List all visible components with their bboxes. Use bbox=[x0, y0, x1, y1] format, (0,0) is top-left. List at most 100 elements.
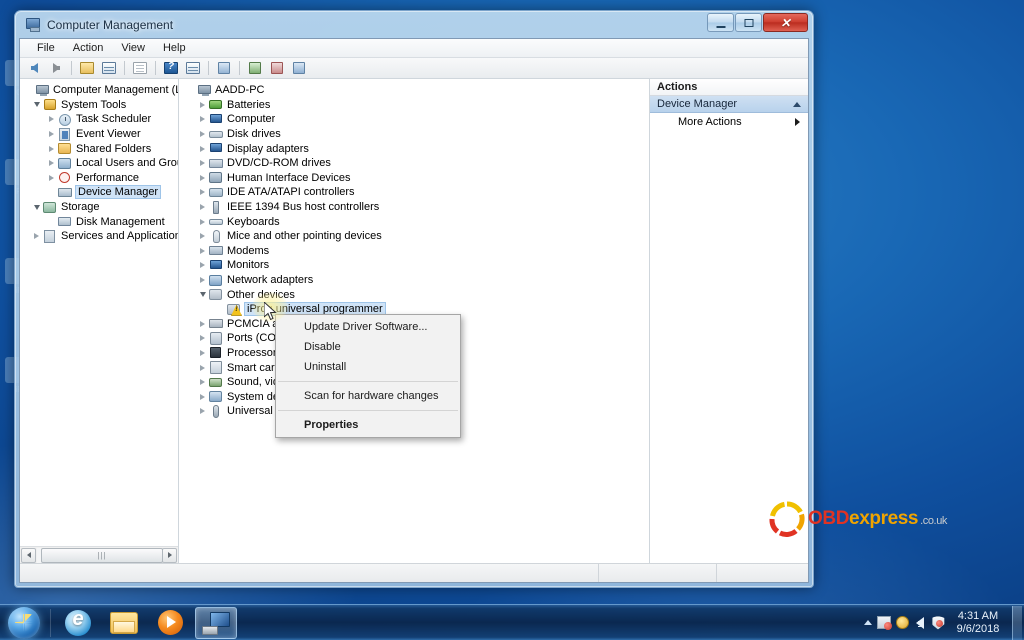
device-node-mice-and-other-pointing-devices[interactable]: Mice and other pointing devices bbox=[179, 229, 649, 244]
expander[interactable] bbox=[197, 129, 208, 140]
expander[interactable] bbox=[197, 158, 208, 169]
tree-node-storage[interactable]: Storage bbox=[20, 200, 178, 215]
expander[interactable] bbox=[197, 99, 208, 110]
expander[interactable] bbox=[197, 347, 208, 358]
scroll-track[interactable]: ||| bbox=[37, 547, 163, 563]
scroll-left-button[interactable] bbox=[21, 547, 36, 563]
device-node-human-interface-devices[interactable]: Human Interface Devices bbox=[179, 171, 649, 186]
device-node-disk-drives[interactable]: Disk drives bbox=[179, 127, 649, 142]
device-node-root[interactable]: AADD-PC bbox=[179, 83, 649, 98]
context-item-properties[interactable]: Properties bbox=[276, 415, 460, 435]
expander[interactable] bbox=[197, 318, 208, 329]
tree-node-system-tools[interactable]: System Tools bbox=[20, 98, 178, 113]
expander[interactable] bbox=[197, 187, 208, 198]
context-item-scan-for-hardware-changes[interactable]: Scan for hardware changes bbox=[276, 386, 460, 406]
context-item-uninstall[interactable]: Uninstall bbox=[276, 357, 460, 377]
device-node-batteries[interactable]: Batteries bbox=[179, 98, 649, 113]
expander[interactable] bbox=[197, 231, 208, 242]
tree-node-root[interactable]: Computer Management (Local bbox=[20, 83, 178, 98]
expander[interactable] bbox=[197, 406, 208, 417]
expander[interactable] bbox=[197, 245, 208, 256]
show-hidden-icons-button[interactable] bbox=[861, 608, 875, 638]
start-button[interactable] bbox=[2, 606, 46, 640]
device-context-menu[interactable]: Update Driver Software... Disable Uninst… bbox=[275, 314, 461, 438]
horizontal-scrollbar[interactable]: ||| bbox=[20, 546, 178, 563]
expander[interactable] bbox=[197, 391, 208, 402]
device-node-computer[interactable]: Computer bbox=[179, 112, 649, 127]
context-item-disable[interactable]: Disable bbox=[276, 337, 460, 357]
expander[interactable] bbox=[31, 99, 42, 110]
chevron-up-icon[interactable] bbox=[793, 101, 801, 107]
expander[interactable] bbox=[197, 377, 208, 388]
close-button[interactable]: ✕ bbox=[763, 13, 808, 32]
action-more-actions[interactable]: More Actions bbox=[650, 113, 808, 131]
forward-arrow-icon[interactable] bbox=[46, 59, 66, 77]
taskbar-item-windows-explorer[interactable] bbox=[103, 607, 145, 639]
expander[interactable] bbox=[197, 172, 208, 183]
expander[interactable] bbox=[197, 114, 208, 125]
expander[interactable] bbox=[197, 333, 208, 344]
expander[interactable] bbox=[197, 260, 208, 271]
device-node-ide-ata-atapi-controllers[interactable]: IDE ATA/ATAPI controllers bbox=[179, 185, 649, 200]
expander[interactable] bbox=[197, 289, 208, 300]
expander[interactable] bbox=[46, 114, 57, 125]
expander[interactable] bbox=[31, 231, 42, 242]
expander[interactable] bbox=[46, 172, 57, 183]
tree-node-disk-management[interactable]: Disk Management bbox=[20, 214, 178, 229]
expander[interactable] bbox=[46, 143, 57, 154]
volume-icon[interactable] bbox=[911, 608, 929, 638]
device-node-keyboards[interactable]: Keyboards bbox=[179, 214, 649, 229]
device-node-modems[interactable]: Modems bbox=[179, 244, 649, 259]
expander[interactable] bbox=[46, 129, 57, 140]
expander[interactable] bbox=[23, 85, 34, 96]
network-icon[interactable] bbox=[893, 608, 911, 638]
up-folder-icon[interactable] bbox=[77, 59, 97, 77]
scan-hardware-icon[interactable] bbox=[214, 59, 234, 77]
show-desktop-button[interactable] bbox=[1012, 605, 1022, 640]
minimize-button[interactable] bbox=[707, 13, 734, 32]
add-legacy-hardware-icon[interactable] bbox=[289, 59, 309, 77]
tree-node-task-scheduler[interactable]: Task Scheduler bbox=[20, 112, 178, 127]
menu-file[interactable]: File bbox=[28, 40, 64, 56]
device-node-ieee-1394-bus-host-controllers[interactable]: IEEE 1394 Bus host controllers bbox=[179, 200, 649, 215]
expander[interactable] bbox=[31, 202, 42, 213]
show-hide-action-pane-icon[interactable] bbox=[183, 59, 203, 77]
device-node-monitors[interactable]: Monitors bbox=[179, 258, 649, 273]
action-center-flag-icon[interactable] bbox=[875, 608, 893, 638]
expander[interactable] bbox=[197, 362, 208, 373]
tree-node-device-manager[interactable]: Device Manager bbox=[20, 185, 178, 200]
tree-node-event-viewer[interactable]: Event Viewer bbox=[20, 127, 178, 142]
show-hide-console-tree-icon[interactable] bbox=[99, 59, 119, 77]
scroll-thumb[interactable]: ||| bbox=[41, 547, 163, 563]
device-node-other-devices[interactable]: Other devices bbox=[179, 287, 649, 302]
help-icon[interactable] bbox=[161, 59, 181, 77]
properties-icon[interactable] bbox=[130, 59, 150, 77]
uninstall-device-icon[interactable] bbox=[267, 59, 287, 77]
actions-group-device-manager[interactable]: Device Manager bbox=[650, 96, 808, 113]
security-shield-icon[interactable] bbox=[929, 608, 947, 638]
tree-node-performance[interactable]: Performance bbox=[20, 171, 178, 186]
expander[interactable] bbox=[197, 143, 208, 154]
tree-node-services-and-applications[interactable]: Services and Applications bbox=[20, 229, 178, 244]
device-node-dvd-cd-rom-drives[interactable]: DVD/CD-ROM drives bbox=[179, 156, 649, 171]
expander[interactable] bbox=[197, 202, 208, 213]
device-node-network-adapters[interactable]: Network adapters bbox=[179, 273, 649, 288]
back-arrow-icon[interactable] bbox=[24, 59, 44, 77]
tree-node-shared-folders[interactable]: Shared Folders bbox=[20, 141, 178, 156]
menu-view[interactable]: View bbox=[112, 40, 154, 56]
maximize-button[interactable] bbox=[735, 13, 762, 32]
scroll-right-button[interactable] bbox=[162, 547, 177, 563]
expander[interactable] bbox=[197, 216, 208, 227]
device-node-display-adapters[interactable]: Display adapters bbox=[179, 141, 649, 156]
expander[interactable] bbox=[46, 158, 57, 169]
tree-node-local-users-and-groups[interactable]: Local Users and Groups bbox=[20, 156, 178, 171]
update-driver-icon[interactable] bbox=[245, 59, 265, 77]
taskbar-item-computer-management[interactable] bbox=[195, 606, 237, 639]
window-titlebar[interactable]: Computer Management ✕ bbox=[19, 12, 809, 38]
taskbar-item-windows-media-player[interactable] bbox=[149, 607, 191, 639]
menu-action[interactable]: Action bbox=[64, 40, 113, 56]
menu-help[interactable]: Help bbox=[154, 40, 195, 56]
expander[interactable] bbox=[197, 275, 208, 286]
taskbar-item-internet-explorer[interactable] bbox=[57, 607, 99, 639]
context-item-update-driver-software[interactable]: Update Driver Software... bbox=[276, 317, 460, 337]
